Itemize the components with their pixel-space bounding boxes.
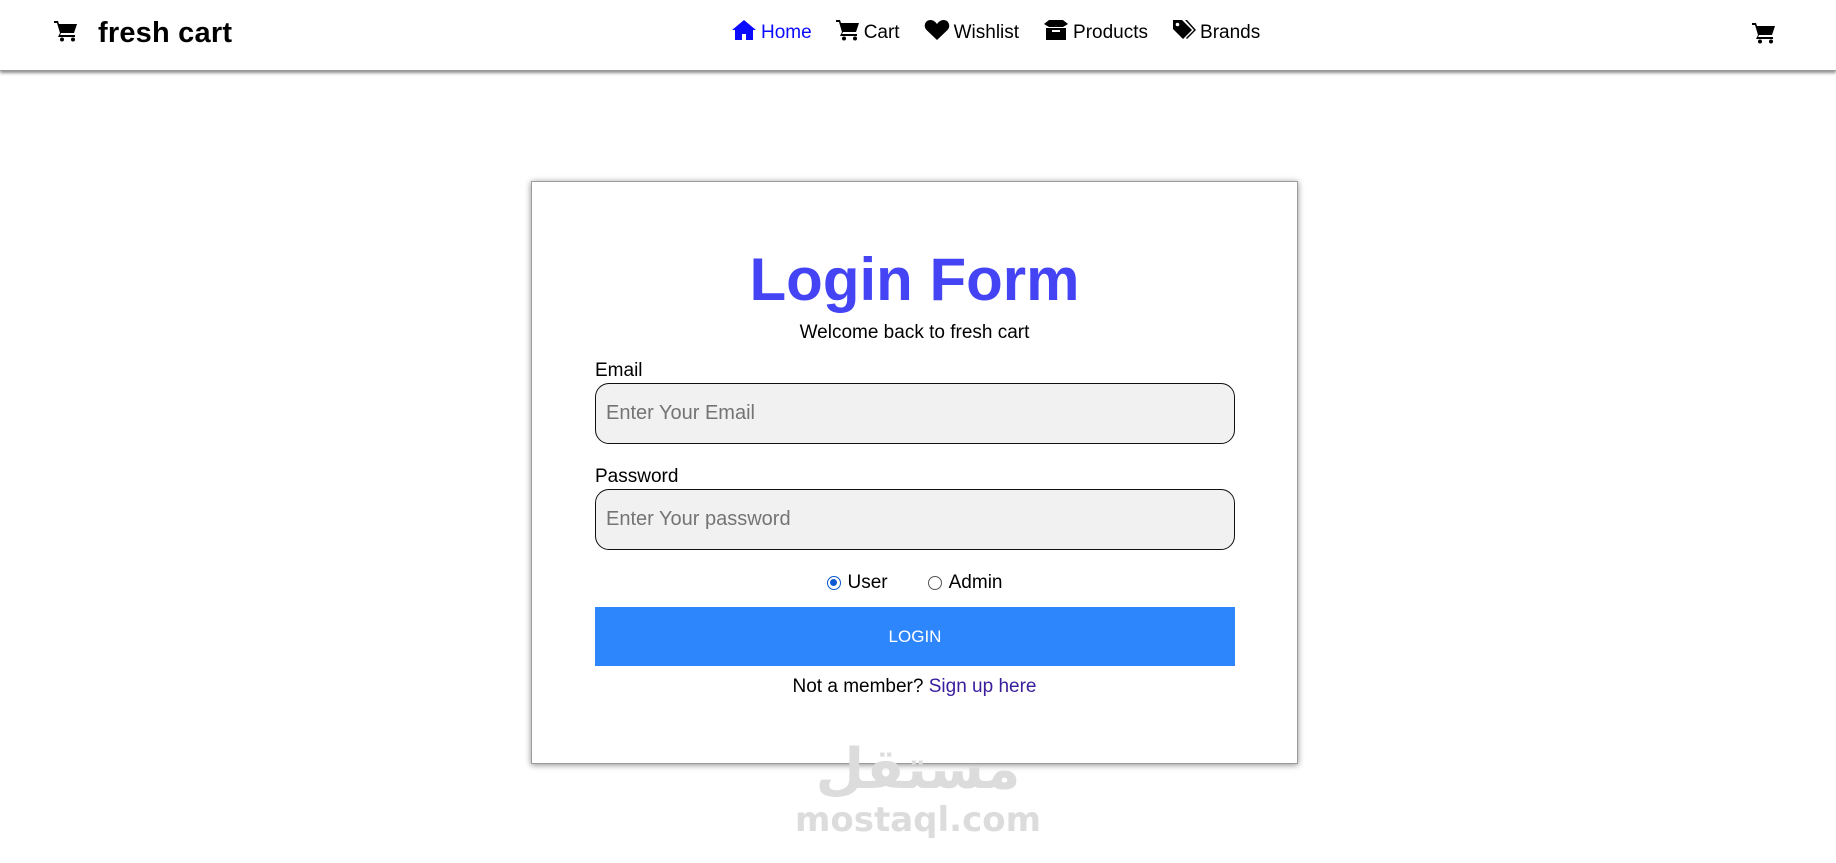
nav-item-cart[interactable]: Cart <box>835 19 900 47</box>
nav-links: Home Cart Wishlist Products Brands <box>731 18 1284 48</box>
nav-item-brands[interactable]: Brands <box>1172 19 1260 47</box>
nav-label-brands: Brands <box>1200 22 1261 43</box>
email-label: Email <box>595 360 643 381</box>
role-user-label: User <box>847 572 888 593</box>
nav-label-wishlist: Wishlist <box>953 22 1020 43</box>
nav-label-home: Home <box>761 22 812 43</box>
cart-icon <box>54 20 78 47</box>
top-navbar: fresh cart Home Cart Wishlist Products B… <box>0 0 1836 71</box>
form-subtitle: Welcome back to fresh cart <box>799 322 1030 343</box>
role-admin-option[interactable]: Admin <box>927 572 1003 594</box>
signup-link[interactable]: Sign up here <box>929 676 1037 697</box>
form-title: Login Form <box>749 246 1080 313</box>
nav-item-home[interactable]: Home <box>731 19 812 47</box>
cart-icon <box>1752 23 1776 48</box>
password-label: Password <box>595 466 679 487</box>
watermark: مستقل mostaql.com <box>790 737 1046 841</box>
cart-icon <box>835 19 864 47</box>
nav-item-products[interactable]: Products <box>1043 19 1148 47</box>
signup-line: Not a member? Sign up here <box>532 676 1297 698</box>
role-selector: User Admin <box>532 572 1297 594</box>
role-admin-label: Admin <box>948 572 1003 593</box>
password-field[interactable] <box>595 489 1235 550</box>
admin-radio[interactable] <box>927 576 942 590</box>
login-card: Login Form Welcome back to fresh cart Em… <box>531 181 1298 764</box>
nav-item-wishlist[interactable]: Wishlist <box>924 19 1019 47</box>
heart-icon <box>924 19 954 47</box>
tags-icon <box>1172 19 1200 47</box>
box-icon <box>1043 19 1073 47</box>
cart-button[interactable] <box>1752 22 1776 49</box>
brand-name: fresh cart <box>98 16 233 49</box>
email-field[interactable] <box>595 383 1235 444</box>
brand[interactable]: fresh cart <box>54 14 232 52</box>
login-button[interactable]: LOGIN <box>595 607 1235 666</box>
signup-prompt: Not a member? <box>792 676 924 697</box>
nav-label-products: Products <box>1073 22 1149 43</box>
home-icon <box>731 19 761 47</box>
watermark-arabic: مستقل <box>815 737 1021 802</box>
nav-label-cart: Cart <box>863 22 900 43</box>
role-user-option[interactable]: User <box>826 572 888 594</box>
user-radio[interactable] <box>826 576 841 590</box>
watermark-latin: mostaql.com <box>794 800 1042 840</box>
